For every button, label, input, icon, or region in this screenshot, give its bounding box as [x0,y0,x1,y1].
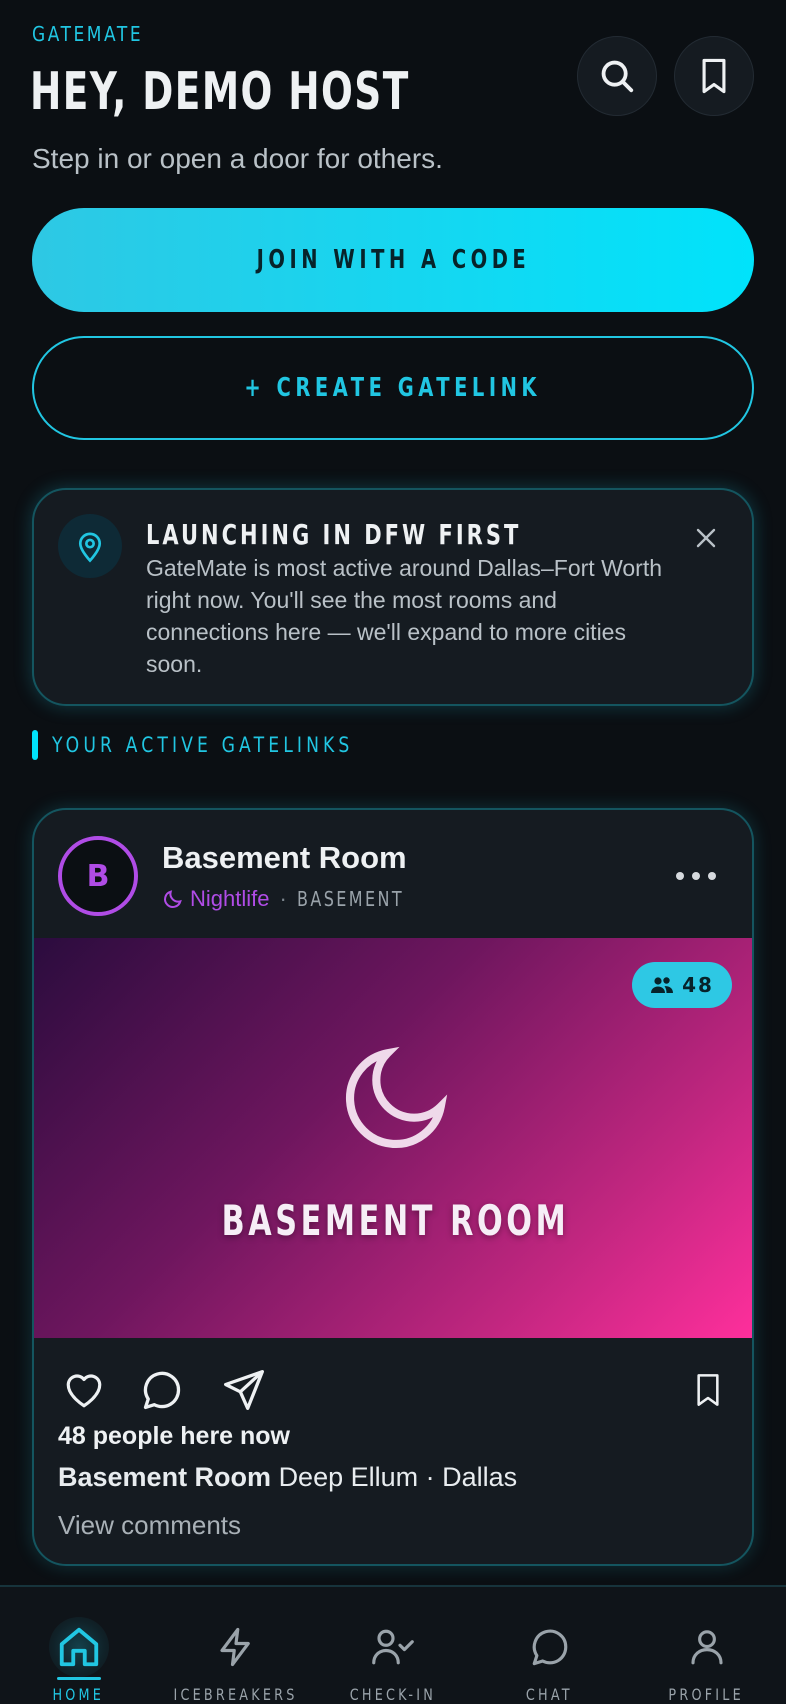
tab-profile[interactable]: PROFILE [628,1587,785,1704]
notice-title: LAUNCHING IN DFW FIRST [146,518,522,551]
card-actions [34,1358,752,1418]
people-count-badge: 48 [632,962,732,1008]
room-category: Nightlife [190,886,270,911]
chat-icon [520,1617,580,1677]
section-heading-label: YOUR ACTIVE GATELINKS [52,733,354,757]
heart-icon [66,1374,102,1408]
tab-label: PROFILE [668,1685,745,1704]
room-meta: Nightlife · BASEMENT [162,886,431,912]
gatelink-card[interactable]: B Basement Room Nightlife · BASEMENT 48 … [32,808,754,1566]
search-icon [601,60,634,93]
room-title[interactable]: Basement Room [162,840,407,876]
caption-location: Deep Ellum · Dallas [278,1462,518,1492]
more-dot [708,872,716,880]
create-gatelink-label: + CREATE GATELINK [244,373,542,403]
meta-separator: · [279,886,287,911]
tab-check-in[interactable]: CHECK-IN [314,1587,471,1704]
moon-icon [164,890,182,908]
home-screen: GATEMATE HEY, DEMO HOST Step in or open … [0,0,786,1704]
join-with-code-label: JOIN WITH A CODE [256,245,530,275]
send-icon [224,1370,264,1410]
save-button[interactable] [684,1366,732,1414]
more-options-button[interactable] [676,866,716,886]
more-dot [676,872,684,880]
people-count: 48 [682,973,714,997]
create-gatelink-button[interactable]: + CREATE GATELINK [32,336,754,440]
view-comments-link[interactable]: View comments [58,1510,241,1541]
bookmarks-button[interactable] [674,36,754,116]
tab-label: CHAT [526,1685,573,1704]
bookmark-icon [702,58,726,94]
tab-label: HOME [52,1685,105,1704]
tab-home[interactable]: HOME [0,1587,157,1704]
chat-bubble-icon [143,1371,181,1410]
room-caption: Basement Room Deep Ellum · Dallas [58,1462,517,1493]
section-heading: YOUR ACTIVE GATELINKS [32,730,420,760]
room-place: BASEMENT [296,887,404,911]
users-icon [651,977,674,993]
moon-icon [346,1046,448,1148]
hero-title-text: BASEMENT ROOM [221,1196,569,1245]
section-accent-bar [32,730,38,760]
share-button[interactable] [220,1366,268,1414]
lightning-icon [206,1617,266,1677]
room-avatar[interactable]: B [58,836,138,916]
join-with-code-button[interactable]: JOIN WITH A CODE [32,208,754,312]
room-hero-image[interactable]: 48 BASEMENT ROOM [34,938,752,1338]
like-button[interactable] [60,1366,108,1414]
search-button[interactable] [577,36,657,116]
page-subtitle: Step in or open a door for others. [32,143,443,174]
bookmark-icon [697,1374,719,1406]
people-here-text: 48 people here now [58,1422,291,1450]
notice-body: GateMate is most active around Dallas–Fo… [146,555,663,677]
more-dot [692,872,700,880]
user-check-icon [363,1617,423,1677]
active-tab-indicator [56,1677,101,1680]
caption-room-name[interactable]: Basement Room [58,1462,271,1492]
tab-chat[interactable]: CHAT [471,1587,628,1704]
user-icon [677,1617,737,1677]
tab-label: CHECK-IN [349,1685,436,1704]
launch-notice: LAUNCHING IN DFW FIRST GateMate is most … [32,488,754,706]
page-title: HEY, DEMO HOST [30,62,410,122]
hero-title: BASEMENT ROOM [34,1196,752,1245]
tab-label: ICEBREAKERS [173,1685,298,1704]
close-icon [696,528,716,548]
bottom-tab-bar: HOME ICEBREAKERS CHECK-IN CHAT PROFILE [0,1585,786,1704]
notice-close-button[interactable] [688,520,724,556]
comment-button[interactable] [138,1366,186,1414]
brand-name: GATEMATE [32,22,144,46]
location-pin-icon [58,514,122,578]
tab-icebreakers[interactable]: ICEBREAKERS [157,1587,314,1704]
home-icon [48,1617,109,1677]
